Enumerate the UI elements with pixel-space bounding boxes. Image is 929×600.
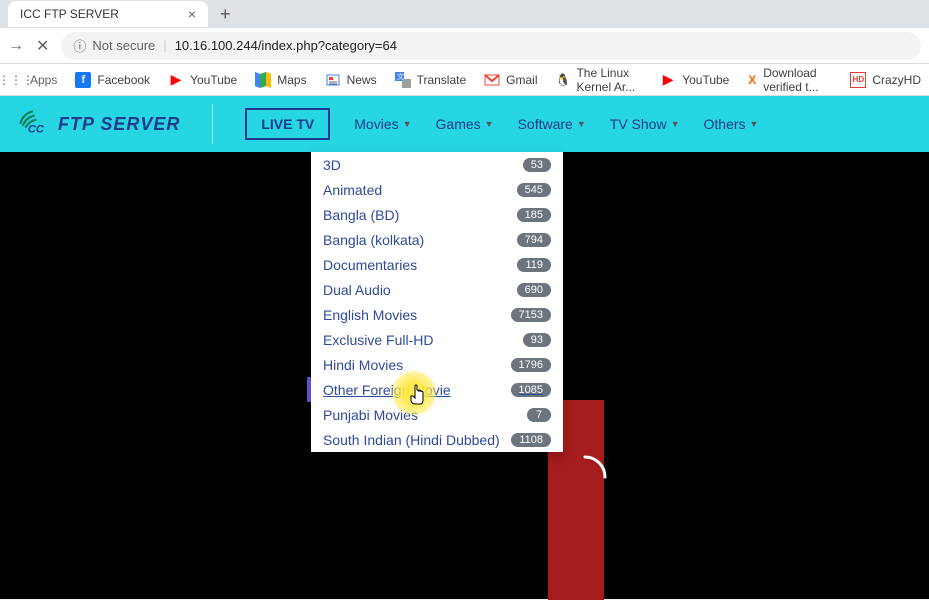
count-badge: 93	[523, 333, 551, 347]
bookmark-facebook[interactable]: f Facebook	[75, 72, 150, 88]
dd-item-exclusive[interactable]: Exclusive Full-HD93	[311, 327, 563, 352]
dd-item-bangla-bd[interactable]: Bangla (BD)185	[311, 202, 563, 227]
address-bar: → ✕ ⓘ Not secure | 10.16.100.244/index.p…	[0, 28, 929, 64]
nav-menu: Movies▼ Games▼ Software▼ TV Show▼ Others…	[354, 116, 758, 132]
not-secure-label: Not secure	[92, 38, 155, 53]
brand-text: FTP SERVER	[58, 114, 180, 135]
bookmark-crazyhd[interactable]: HD CrazyHD	[850, 72, 921, 88]
dd-item-south-indian[interactable]: South Indian (Hindi Dubbed)1108	[311, 427, 563, 452]
dd-item-other-foreign[interactable]: Other Foreign Movie1085	[311, 377, 563, 402]
svg-text:CC: CC	[28, 124, 45, 136]
url-field[interactable]: ⓘ Not secure | 10.16.100.244/index.php?c…	[61, 32, 921, 60]
logo[interactable]: CC FTP SERVER	[16, 107, 180, 141]
nav-others[interactable]: Others▼	[704, 116, 759, 132]
facebook-icon: f	[75, 72, 91, 88]
bookmark-news[interactable]: News	[325, 72, 377, 88]
site-header: CC FTP SERVER LIVE TV Movies▼ Games▼ Sof…	[0, 96, 929, 152]
x-icon: X	[747, 72, 757, 88]
apps-button[interactable]: ⋮⋮⋮ Apps	[8, 72, 57, 88]
bookmark-label: YouTube	[190, 73, 237, 87]
stop-button[interactable]: ✕	[36, 36, 49, 56]
new-tab-button[interactable]: +	[220, 4, 231, 25]
bookmark-gmail[interactable]: Gmail	[484, 72, 537, 88]
dd-item-bangla-kolkata[interactable]: Bangla (kolkata)794	[311, 227, 563, 252]
dd-item-documentaries[interactable]: Documentaries119	[311, 252, 563, 277]
gmail-icon	[484, 72, 500, 88]
dd-item-3d[interactable]: 3D53	[311, 152, 563, 177]
bookmark-label: Translate	[417, 73, 467, 87]
nav-tv-show[interactable]: TV Show▼	[610, 116, 680, 132]
chevron-down-icon: ▼	[577, 119, 586, 129]
bookmark-youtube[interactable]: ▶ YouTube	[168, 72, 237, 88]
loading-spinner-icon	[560, 452, 610, 502]
translate-icon: 文	[395, 72, 411, 88]
count-badge: 7153	[511, 308, 551, 322]
chevron-down-icon: ▼	[671, 119, 680, 129]
url-separator: |	[163, 38, 166, 53]
bookmark-youtube-2[interactable]: ▶ YouTube	[660, 72, 729, 88]
chevron-down-icon: ▼	[485, 119, 494, 129]
movies-dropdown: 3D53 Animated545 Bangla (BD)185 Bangla (…	[311, 152, 563, 452]
tab-bar: ICC FTP SERVER × +	[0, 0, 929, 28]
dd-item-english[interactable]: English Movies7153	[311, 302, 563, 327]
count-badge: 690	[517, 283, 551, 297]
count-badge: 7	[527, 408, 551, 422]
count-badge: 794	[517, 233, 551, 247]
apps-label: Apps	[30, 73, 57, 87]
count-badge: 53	[523, 158, 551, 172]
info-icon: ⓘ	[73, 36, 86, 55]
youtube-icon: ▶	[660, 72, 676, 88]
count-badge: 1796	[511, 358, 551, 372]
forward-button[interactable]: →	[8, 37, 24, 55]
logo-icon: CC	[16, 107, 50, 141]
bookmark-label: The Linux Kernel Ar...	[576, 66, 642, 94]
news-icon	[325, 72, 341, 88]
bookmark-label: Gmail	[506, 73, 537, 87]
dd-item-dual-audio[interactable]: Dual Audio690	[311, 277, 563, 302]
bookmark-linux[interactable]: 🐧 The Linux Kernel Ar...	[556, 66, 643, 94]
count-badge: 545	[517, 183, 551, 197]
bookmark-translate[interactable]: 文 Translate	[395, 72, 467, 88]
live-tv-button[interactable]: LIVE TV	[245, 108, 330, 140]
youtube-icon: ▶	[168, 72, 184, 88]
nav-movies[interactable]: Movies▼	[354, 116, 411, 132]
svg-text:文: 文	[397, 72, 404, 81]
chevron-down-icon: ▼	[403, 119, 412, 129]
maps-icon	[255, 72, 271, 88]
bookmark-download[interactable]: X Download verified t...	[747, 66, 832, 94]
bookmarks-bar: ⋮⋮⋮ Apps f Facebook ▶ YouTube Maps News …	[0, 64, 929, 96]
url-text: 10.16.100.244/index.php?category=64	[175, 38, 397, 53]
dd-item-punjabi[interactable]: Punjabi Movies7	[311, 402, 563, 427]
close-icon[interactable]: ×	[188, 6, 196, 22]
divider	[212, 104, 213, 144]
bookmark-label: CrazyHD	[872, 73, 921, 87]
tab-title: ICC FTP SERVER	[20, 7, 119, 21]
browser-tab[interactable]: ICC FTP SERVER ×	[8, 1, 208, 27]
count-badge: 185	[517, 208, 551, 222]
main-content: 3D53 Animated545 Bangla (BD)185 Bangla (…	[0, 152, 929, 599]
browser-chrome: ICC FTP SERVER × + → ✕ ⓘ Not secure | 10…	[0, 0, 929, 96]
nav-games[interactable]: Games▼	[436, 116, 494, 132]
dd-item-hindi[interactable]: Hindi Movies1796	[311, 352, 563, 377]
bookmark-label: Download verified t...	[763, 66, 832, 94]
hd-icon: HD	[850, 72, 866, 88]
bookmark-label: News	[347, 73, 377, 87]
tux-icon: 🐧	[556, 72, 571, 88]
count-badge: 119	[517, 258, 551, 272]
dd-item-animated[interactable]: Animated545	[311, 177, 563, 202]
apps-icon: ⋮⋮⋮	[8, 72, 24, 88]
bookmark-label: YouTube	[682, 73, 729, 87]
bookmark-maps[interactable]: Maps	[255, 72, 306, 88]
bookmark-label: Maps	[277, 73, 306, 87]
count-badge: 1085	[511, 383, 551, 397]
count-badge: 1108	[511, 433, 551, 447]
nav-software[interactable]: Software▼	[518, 116, 586, 132]
chevron-down-icon: ▼	[750, 119, 759, 129]
bookmark-label: Facebook	[97, 73, 150, 87]
